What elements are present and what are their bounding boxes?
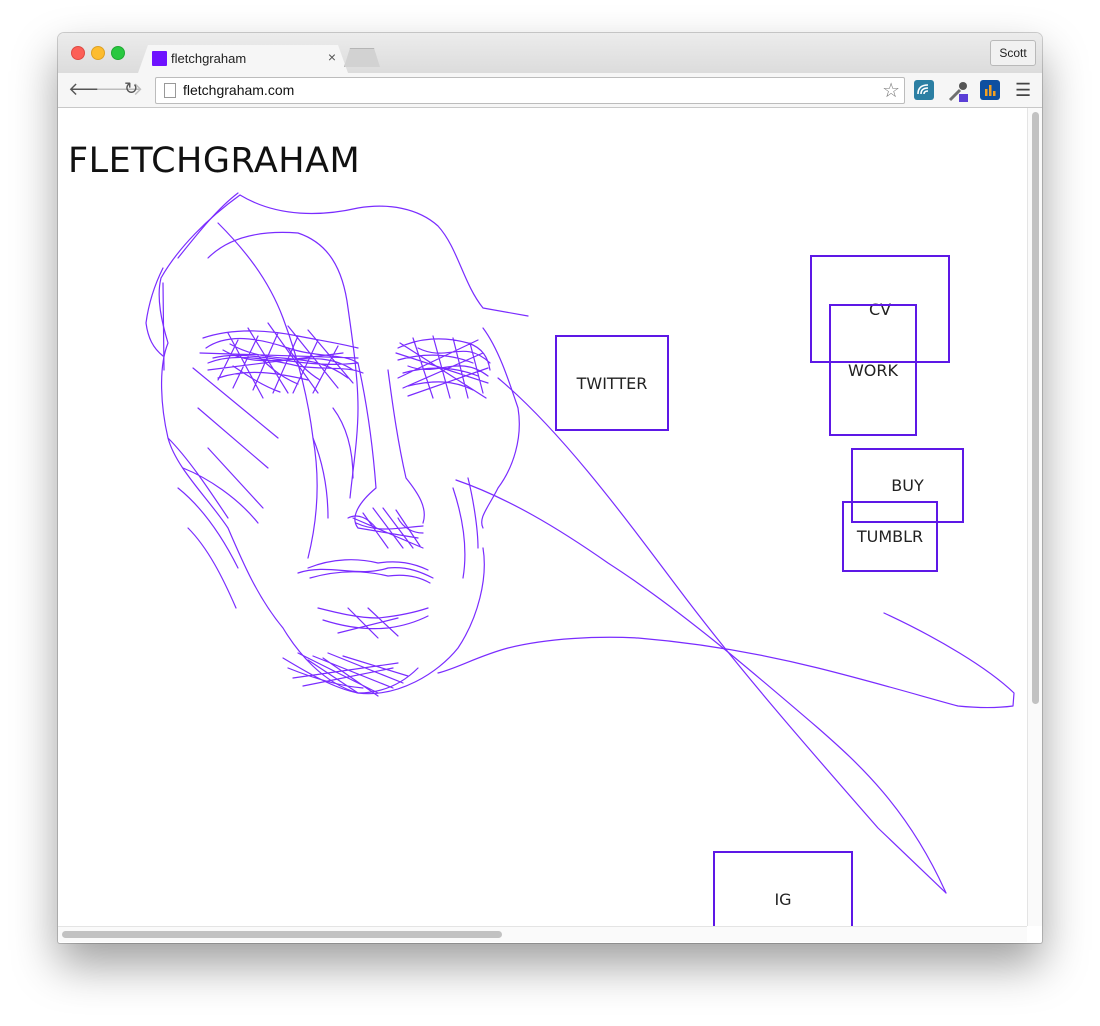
eyedropper-icon[interactable] [947, 80, 968, 102]
profile-button[interactable]: Scott [990, 40, 1036, 66]
tumblr-link[interactable]: TUMBLR [842, 501, 938, 572]
browser-toolbar: 🡐 🡒 ↻ fletchgraham.com ☆ ☰ [58, 73, 1042, 108]
reload-icon[interactable]: ↻ [124, 79, 138, 99]
ig-link[interactable]: IG [713, 851, 853, 926]
extension-icon[interactable] [914, 80, 934, 100]
maximize-window-button[interactable] [111, 46, 125, 60]
title-bar: fletchgraham × Scott [58, 33, 1042, 73]
menu-icon[interactable]: ☰ [1015, 80, 1031, 101]
tab-close-icon[interactable]: × [328, 49, 336, 65]
vertical-scrollbar[interactable] [1027, 108, 1042, 926]
page-viewport: FLETCHGRAHAM TWITTER CV WORK BUY TUMBLR … [58, 108, 1027, 926]
horizontal-scroll-thumb[interactable] [62, 931, 502, 938]
analytics-icon[interactable] [980, 80, 1000, 100]
close-window-button[interactable] [71, 46, 85, 60]
url-text[interactable]: fletchgraham.com [183, 82, 294, 98]
tab-fletchgraham[interactable]: fletchgraham × [138, 45, 348, 73]
browser-window: fletchgraham × Scott 🡐 🡒 ↻ fletchgraham.… [58, 33, 1042, 943]
address-bar[interactable]: fletchgraham.com ☆ [155, 77, 905, 104]
vertical-scroll-thumb[interactable] [1032, 112, 1039, 704]
work-link[interactable]: WORK [829, 304, 917, 436]
minimize-window-button[interactable] [91, 46, 105, 60]
tab-title: fletchgraham [171, 51, 247, 66]
horizontal-scrollbar[interactable] [58, 926, 1027, 942]
star-icon[interactable]: ☆ [882, 78, 900, 103]
new-tab-button[interactable] [344, 48, 380, 67]
favicon-icon [152, 51, 167, 66]
twitter-link[interactable]: TWITTER [555, 335, 669, 431]
page-icon [164, 83, 176, 98]
